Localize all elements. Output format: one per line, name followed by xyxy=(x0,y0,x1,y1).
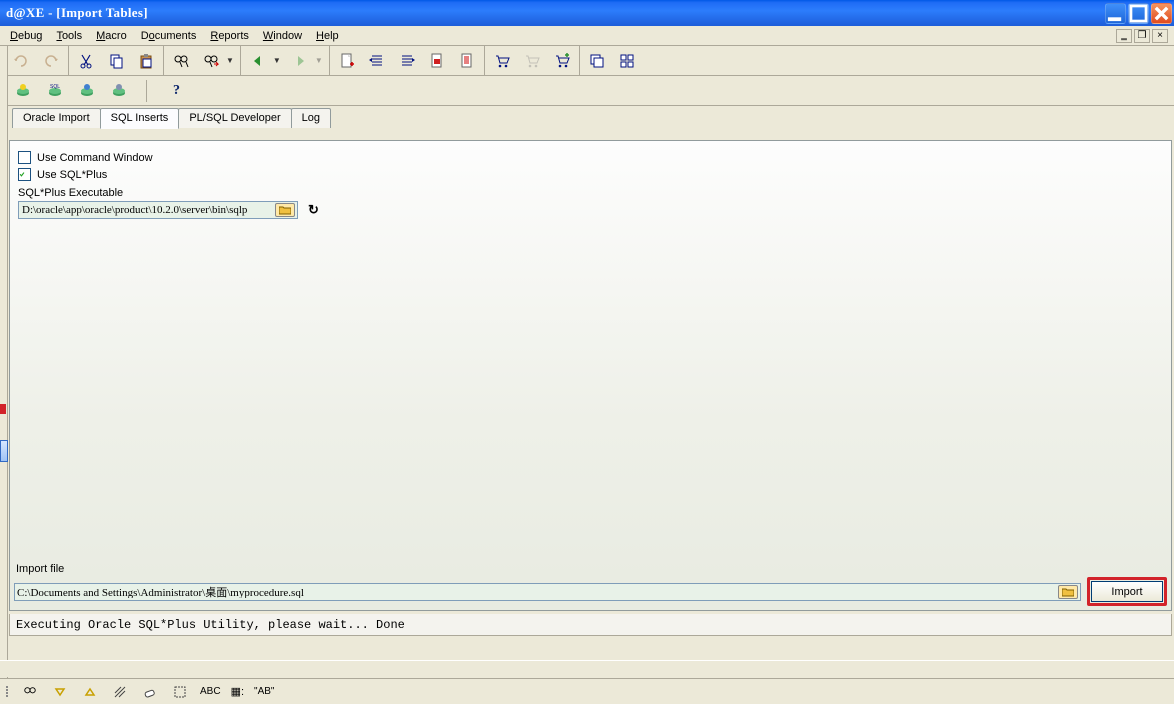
find-button[interactable] xyxy=(170,50,192,72)
tab-plsql-developer[interactable]: PL/SQL Developer xyxy=(178,108,291,128)
tab-oracle-import[interactable]: Oracle Import xyxy=(12,108,101,128)
help-icon[interactable]: ? xyxy=(173,83,180,99)
menu-reports[interactable]: Reports xyxy=(204,28,255,44)
sqlplus-path-input-wrap xyxy=(18,201,298,219)
db-gear-icon[interactable] xyxy=(108,80,130,102)
status-bar: Executing Oracle SQL*Plus Utility, pleas… xyxy=(9,614,1172,636)
svg-text:SQL: SQL xyxy=(50,84,60,90)
back-button[interactable] xyxy=(247,50,269,72)
forward-button[interactable] xyxy=(289,50,311,72)
db-yellow-icon[interactable] xyxy=(12,80,34,102)
close-button[interactable] xyxy=(1151,3,1172,24)
window-controls xyxy=(1105,3,1172,24)
use-command-window-label: Use Command Window xyxy=(37,152,153,164)
import-file-input-wrap xyxy=(14,583,1081,601)
cart-disabled-button[interactable] xyxy=(521,50,543,72)
up-triangle-icon[interactable] xyxy=(80,682,100,702)
titlebar: d@XE - [Import Tables] xyxy=(0,0,1174,26)
down-triangle-icon[interactable] xyxy=(50,682,70,702)
mdi-minimize[interactable]: ‗ xyxy=(1116,29,1132,43)
import-file-label: Import file xyxy=(12,561,1169,577)
cart-add-button[interactable] xyxy=(551,50,573,72)
import-file-section: Import file Import xyxy=(12,561,1169,610)
sqlplus-browse-button[interactable] xyxy=(275,203,295,217)
grip-handle[interactable] xyxy=(6,686,10,697)
copy-button[interactable] xyxy=(105,50,127,72)
use-sqlplus-row: Use SQL*Plus xyxy=(18,168,1163,181)
paste-button[interactable] xyxy=(135,50,157,72)
secondary-toolbar: SQL ? xyxy=(0,76,1174,106)
window-title: d@XE - [Import Tables] xyxy=(6,5,1105,21)
import-button-highlight: Import xyxy=(1087,577,1167,606)
use-sqlplus-label: Use SQL*Plus xyxy=(37,169,107,181)
find-small-icon[interactable] xyxy=(20,682,40,702)
bottom-toolbar: ABC ▦: "AB" xyxy=(0,678,1174,704)
import-button[interactable]: Import xyxy=(1091,581,1163,602)
minimize-button[interactable] xyxy=(1105,3,1126,24)
menu-tools[interactable]: Tools xyxy=(50,28,88,44)
main-toolbar: ▼ ▼ ▼ xyxy=(0,46,1174,76)
doc-lines-button[interactable] xyxy=(456,50,478,72)
use-command-window-checkbox[interactable] xyxy=(18,151,31,164)
use-sqlplus-checkbox[interactable] xyxy=(18,168,31,181)
windows-button[interactable] xyxy=(586,50,608,72)
use-command-window-row: Use Command Window xyxy=(18,151,1163,164)
replace-button[interactable] xyxy=(200,50,222,72)
indent-right-button[interactable] xyxy=(396,50,418,72)
menu-help[interactable]: Help xyxy=(310,28,345,44)
red-marker xyxy=(0,404,6,414)
main-panel: Use Command Window Use SQL*Plus SQL*Plus… xyxy=(9,140,1172,611)
menubar: Debug Tools Macro Documents Reports Wind… xyxy=(0,26,1174,46)
menu-macro[interactable]: Macro xyxy=(90,28,133,44)
db-sql-icon[interactable]: SQL xyxy=(44,80,66,102)
cut-button[interactable] xyxy=(75,50,97,72)
tabs: Oracle Import SQL Inserts PL/SQL Develop… xyxy=(0,106,1174,128)
status-text: Executing Oracle SQL*Plus Utility, pleas… xyxy=(16,618,405,632)
menu-window[interactable]: Window xyxy=(257,28,308,44)
mdi-controls: ‗ ❐ × xyxy=(1116,29,1170,43)
scroll-track xyxy=(0,660,1174,677)
left-edge xyxy=(0,46,8,678)
cart-button[interactable] xyxy=(491,50,513,72)
ab-label[interactable]: "AB" xyxy=(254,686,274,697)
menu-documents[interactable]: Documents xyxy=(135,28,203,44)
forward-dropdown[interactable]: ▼ xyxy=(315,56,323,65)
grid-button[interactable] xyxy=(616,50,638,72)
eraser-icon[interactable] xyxy=(140,682,160,702)
hatch-icon[interactable] xyxy=(110,682,130,702)
import-file-browse-button[interactable] xyxy=(1058,585,1078,599)
boxed-label[interactable]: ▦: xyxy=(231,685,244,698)
mdi-close[interactable]: × xyxy=(1152,29,1168,43)
refresh-icon[interactable]: ↻ xyxy=(308,202,319,218)
undo-button[interactable] xyxy=(10,50,32,72)
splitter-handle[interactable] xyxy=(0,440,8,462)
menu-debug[interactable]: Debug xyxy=(4,28,48,44)
redo-button[interactable] xyxy=(40,50,62,72)
maximize-button[interactable] xyxy=(1128,3,1149,24)
tab-log[interactable]: Log xyxy=(291,108,331,128)
separator xyxy=(146,80,147,102)
new-doc-button[interactable] xyxy=(336,50,358,72)
sqlplus-exe-label: SQL*Plus Executable xyxy=(18,187,1163,199)
tab-sql-inserts[interactable]: SQL Inserts xyxy=(100,108,180,129)
doc-red-button[interactable] xyxy=(426,50,448,72)
box-icon[interactable] xyxy=(170,682,190,702)
sqlplus-path-input[interactable] xyxy=(21,203,275,217)
import-file-input[interactable] xyxy=(17,586,1058,598)
db-blue-icon[interactable] xyxy=(76,80,98,102)
replace-dropdown[interactable]: ▼ xyxy=(226,56,234,65)
mdi-restore[interactable]: ❐ xyxy=(1134,29,1150,43)
abc-label[interactable]: ABC xyxy=(200,686,221,697)
back-dropdown[interactable]: ▼ xyxy=(273,56,281,65)
indent-left-button[interactable] xyxy=(366,50,388,72)
